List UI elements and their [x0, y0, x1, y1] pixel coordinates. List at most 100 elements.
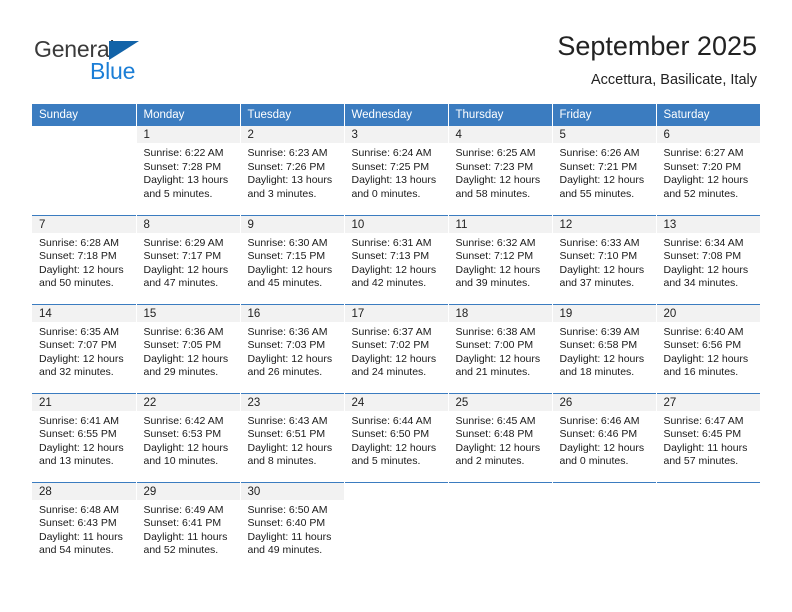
sunrise-text: Sunrise: 6:47 AM — [663, 414, 744, 427]
day-number: 2 — [240, 126, 344, 143]
sunrise-text: Sunrise: 6:34 AM — [663, 236, 744, 249]
sunset-text: Sunset: 6:58 PM — [559, 339, 638, 352]
day-cell[interactable]: 1 Sunrise: 6:22 AM Sunset: 7:28 PM Daylight… — [136, 126, 241, 215]
day-cell[interactable]: 21 Sunrise: 6:41 AM Sunset: 6:55 PM Dayligh… — [32, 392, 137, 482]
day-cell[interactable]: 28 Sunrise: 6:48 AM Sunset: 6:43 PM Dayligh… — [32, 481, 137, 571]
day-details: Sunrise: 6:35 AM Sunset: 7:07 PM Daylight:… — [32, 322, 136, 380]
day-cell-inner: 19 Sunrise: 6:39 AM Sunset: 6:58 PM Dayligh… — [552, 304, 656, 393]
sunset-text: Sunset: 6:46 PM — [559, 428, 638, 441]
day-cell-empty — [448, 481, 553, 572]
day-number — [32, 126, 136, 143]
day-details: Sunrise: 6:50 AM Sunset: 6:40 PM Daylight:… — [241, 500, 344, 558]
day-details: Sunrise: 6:34 AM Sunset: 7:08 PM Daylight:… — [657, 233, 761, 291]
sunrise-text: Sunrise: 6:39 AM — [559, 325, 640, 338]
daylight-text-cont: and 3 minutes. — [247, 187, 317, 200]
day-cell-inner: 15 Sunrise: 6:36 AM Sunset: 7:05 PM Dayligh… — [136, 304, 240, 393]
day-details: Sunrise: 6:36 AM Sunset: 7:05 PM Daylight:… — [137, 322, 240, 380]
day-cell-inner: 17 Sunrise: 6:37 AM Sunset: 7:02 PM Dayligh… — [344, 304, 448, 393]
day-cell[interactable]: 25 Sunrise: 6:45 AM Sunset: 6:48 PM Dayligh… — [448, 392, 553, 482]
day-cell-inner — [656, 482, 760, 572]
weekday-header-wednesday: Wednesday — [344, 104, 449, 126]
sunrise-text: Sunrise: 6:48 AM — [39, 503, 119, 516]
day-cell[interactable]: 7 Sunrise: 6:28 AM Sunset: 7:18 PM Daylight… — [32, 214, 137, 304]
day-cell[interactable]: 9 Sunrise: 6:30 AM Sunset: 7:15 PM Daylight… — [240, 214, 345, 304]
day-cell-empty — [344, 481, 449, 572]
page-header: General Blue September 2025 Accettura, B… — [0, 0, 792, 100]
day-cell[interactable]: 20 Sunrise: 6:40 AM Sunset: 6:56 PM Dayligh… — [656, 303, 760, 393]
sunset-text: Sunset: 6:43 PM — [39, 517, 117, 530]
daylight-text-cont: and 10 minutes. — [143, 455, 219, 468]
day-details: Sunrise: 6:41 AM Sunset: 6:55 PM Daylight:… — [32, 411, 136, 469]
sunset-text: Sunset: 7:20 PM — [663, 160, 742, 173]
sunrise-text: Sunrise: 6:37 AM — [351, 325, 432, 338]
day-cell[interactable]: 10 Sunrise: 6:31 AM Sunset: 7:13 PM Dayligh… — [344, 214, 449, 304]
day-cell[interactable]: 4 Sunrise: 6:25 AM Sunset: 7:23 PM Daylight… — [448, 126, 553, 215]
day-number: 29 — [136, 482, 240, 500]
calendar-page: General Blue September 2025 Accettura, B… — [0, 0, 792, 612]
day-cell[interactable]: 17 Sunrise: 6:37 AM Sunset: 7:02 PM Dayligh… — [344, 303, 449, 393]
weekday-header-thursday: Thursday — [448, 104, 553, 126]
day-cell[interactable]: 19 Sunrise: 6:39 AM Sunset: 6:58 PM Dayligh… — [552, 303, 657, 393]
day-cell-inner: 13 Sunrise: 6:34 AM Sunset: 7:08 PM Dayligh… — [656, 215, 761, 304]
day-cell[interactable]: 26 Sunrise: 6:46 AM Sunset: 6:46 PM Dayligh… — [552, 392, 657, 482]
sunset-text: Sunset: 7:23 PM — [455, 160, 534, 173]
sunset-text: Sunset: 6:40 PM — [247, 517, 326, 530]
day-cell[interactable]: 6 Sunrise: 6:27 AM Sunset: 7:20 PM Daylight… — [656, 126, 760, 215]
day-cell-inner: 1 Sunrise: 6:22 AM Sunset: 7:28 PM Daylight… — [136, 126, 240, 215]
day-cell-inner: 26 Sunrise: 6:46 AM Sunset: 6:46 PM Dayligh… — [552, 393, 656, 482]
day-cell-inner: 16 Sunrise: 6:36 AM Sunset: 7:03 PM Dayligh… — [240, 304, 344, 393]
day-cell-inner — [552, 482, 656, 572]
day-cell[interactable]: 29 Sunrise: 6:49 AM Sunset: 6:41 PM Dayligh… — [136, 481, 241, 571]
page-title: September 2025 — [557, 31, 757, 61]
daylight-text-cont: and 18 minutes. — [559, 366, 635, 379]
sunset-text: Sunset: 7:18 PM — [39, 250, 117, 263]
day-details: Sunrise: 6:28 AM Sunset: 7:18 PM Daylight:… — [32, 233, 136, 291]
week-row: 21 Sunrise: 6:41 AM Sunset: 6:55 PM Dayligh… — [32, 392, 761, 482]
day-cell[interactable]: 27 Sunrise: 6:47 AM Sunset: 6:45 PM Dayligh… — [656, 392, 761, 482]
day-cell[interactable]: 3 Sunrise: 6:24 AM Sunset: 7:25 PM Daylight… — [344, 126, 449, 215]
day-cell-inner — [448, 482, 552, 572]
daylight-text-cont: and 47 minutes. — [143, 277, 219, 290]
day-cell[interactable]: 13 Sunrise: 6:34 AM Sunset: 7:08 PM Dayligh… — [656, 214, 761, 304]
day-details: Sunrise: 6:22 AM Sunset: 7:28 PM Daylight:… — [137, 143, 240, 201]
day-number: 15 — [136, 304, 240, 322]
day-number: 28 — [32, 482, 136, 500]
day-cell[interactable]: 23 Sunrise: 6:43 AM Sunset: 6:51 PM Dayligh… — [240, 392, 345, 482]
day-cell[interactable]: 8 Sunrise: 6:29 AM Sunset: 7:17 PM Daylight… — [136, 214, 241, 304]
day-cell[interactable]: 12 Sunrise: 6:33 AM Sunset: 7:10 PM Dayligh… — [552, 214, 657, 304]
daylight-text: Daylight: 12 hours — [351, 441, 437, 454]
generalblue-logo[interactable]: General Blue — [34, 36, 214, 88]
day-number: 14 — [32, 304, 136, 322]
sunrise-text: Sunrise: 6:29 AM — [143, 236, 224, 249]
day-cell-inner: 4 Sunrise: 6:25 AM Sunset: 7:23 PM Daylight… — [448, 126, 552, 215]
day-number: 16 — [240, 304, 344, 322]
daylight-text-cont: and 50 minutes. — [39, 277, 114, 290]
day-number: 13 — [656, 215, 760, 233]
day-cell[interactable]: 18 Sunrise: 6:38 AM Sunset: 7:00 PM Dayligh… — [448, 303, 553, 393]
day-number: 12 — [552, 215, 656, 233]
day-cell[interactable]: 22 Sunrise: 6:42 AM Sunset: 6:53 PM Dayligh… — [136, 392, 241, 482]
daylight-text-cont: and 54 minutes. — [39, 544, 114, 557]
day-details: Sunrise: 6:23 AM Sunset: 7:26 PM Daylight:… — [241, 143, 344, 201]
day-cell[interactable]: 2 Sunrise: 6:23 AM Sunset: 7:26 PM Daylight… — [240, 126, 345, 215]
day-cell[interactable]: 16 Sunrise: 6:36 AM Sunset: 7:03 PM Dayligh… — [240, 303, 345, 393]
sunrise-text: Sunrise: 6:24 AM — [351, 147, 432, 159]
day-number: 9 — [240, 215, 344, 233]
calendar-body: 1 Sunrise: 6:22 AM Sunset: 7:28 PM Daylight… — [32, 126, 760, 571]
day-cell-inner: 8 Sunrise: 6:29 AM Sunset: 7:17 PM Daylight… — [136, 215, 240, 304]
day-cell-inner: 12 Sunrise: 6:33 AM Sunset: 7:10 PM Dayligh… — [552, 215, 656, 304]
day-cell[interactable]: 14 Sunrise: 6:35 AM Sunset: 7:07 PM Dayligh… — [32, 303, 137, 393]
day-cell[interactable]: 30 Sunrise: 6:50 AM Sunset: 6:40 PM Dayligh… — [240, 481, 345, 571]
day-details: Sunrise: 6:47 AM Sunset: 6:45 PM Daylight:… — [657, 411, 761, 469]
day-details: Sunrise: 6:30 AM Sunset: 7:15 PM Daylight:… — [241, 233, 344, 291]
day-number: 5 — [552, 126, 656, 143]
day-cell[interactable]: 5 Sunrise: 6:26 AM Sunset: 7:21 PM Daylight… — [552, 126, 657, 215]
day-cell[interactable]: 11 Sunrise: 6:32 AM Sunset: 7:12 PM Dayligh… — [448, 214, 553, 304]
day-number: 21 — [32, 393, 136, 411]
day-cell[interactable]: 24 Sunrise: 6:44 AM Sunset: 6:50 PM Dayligh… — [344, 392, 449, 482]
day-cell-inner — [344, 482, 448, 572]
title-block: September 2025 Accettura, Basilicate, It… — [557, 30, 757, 90]
sunset-text: Sunset: 7:15 PM — [247, 250, 326, 263]
daylight-text: Daylight: 12 hours — [663, 174, 749, 187]
day-cell[interactable]: 15 Sunrise: 6:36 AM Sunset: 7:05 PM Dayligh… — [136, 303, 241, 393]
